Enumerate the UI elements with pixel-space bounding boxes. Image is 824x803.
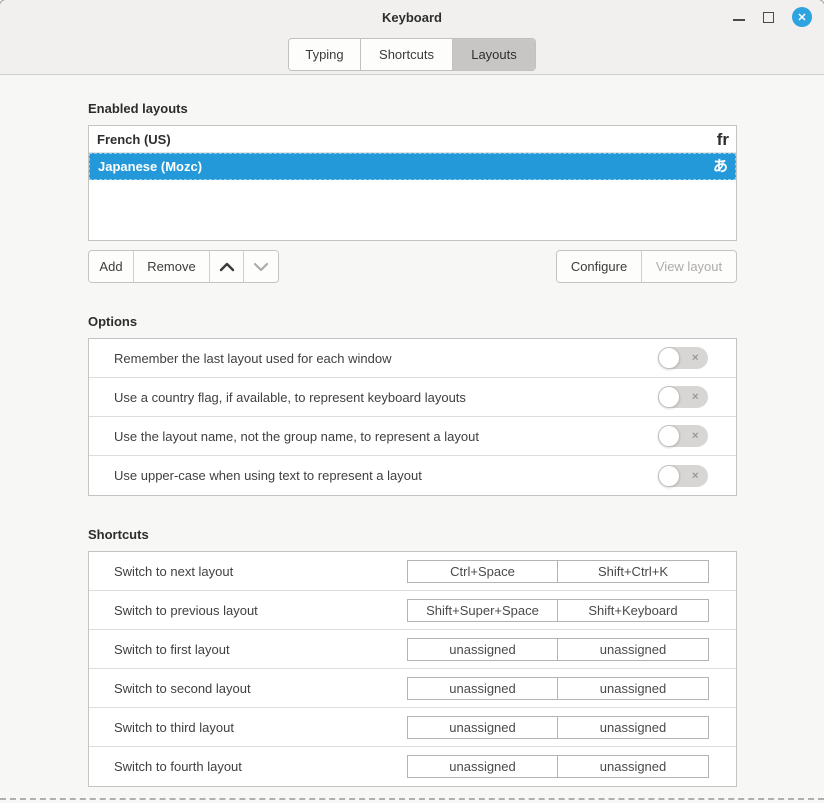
remove-layout-button[interactable]: Remove — [134, 251, 210, 282]
toggle-country-flag[interactable]: ✕ — [658, 386, 708, 408]
toggle-off-icon: ✕ — [691, 393, 699, 402]
keybinding-button-2[interactable]: unassigned — [558, 677, 709, 700]
toggle-off-icon: ✕ — [691, 354, 699, 363]
keybinding-pair: Shift+Super+Space Shift+Keyboard — [407, 599, 709, 622]
layout-name: Japanese (Mozc) — [98, 159, 713, 174]
move-layout-up-button[interactable] — [210, 251, 244, 282]
maximize-icon[interactable] — [763, 12, 774, 23]
keybinding-pair: Ctrl+Space Shift+Ctrl+K — [407, 560, 709, 583]
layouts-page: Enabled layouts French (US) fr Japanese … — [0, 75, 824, 787]
shortcut-label: Switch to first layout — [114, 642, 407, 657]
enabled-layouts-heading: Enabled layouts — [88, 101, 737, 116]
chevron-up-icon — [219, 262, 235, 272]
tab-typing[interactable]: Typing — [289, 39, 361, 70]
shortcuts-panel: Switch to next layout Ctrl+Space Shift+C… — [88, 551, 737, 787]
enabled-layouts-list: French (US) fr Japanese (Mozc) あ — [88, 125, 737, 241]
add-layout-button[interactable]: Add — [89, 251, 134, 282]
option-label: Remember the last layout used for each w… — [114, 351, 658, 366]
shortcut-label: Switch to second layout — [114, 681, 407, 696]
shortcut-row-next-layout: Switch to next layout Ctrl+Space Shift+C… — [89, 552, 736, 591]
keybinding-button-1[interactable]: Shift+Super+Space — [407, 599, 558, 622]
shortcut-label: Switch to third layout — [114, 720, 407, 735]
option-row-upper-case: Use upper-case when using text to repres… — [89, 456, 736, 495]
shortcut-row-second-layout: Switch to second layout unassigned unass… — [89, 669, 736, 708]
layout-list-toolbar: Add Remove Configure View layout — [88, 250, 737, 283]
keybinding-button-2[interactable]: Shift+Ctrl+K — [558, 560, 709, 583]
keyboard-settings-window: Keyboard ✕ Typing Shortcuts Layouts Enab… — [0, 0, 824, 803]
options-panel: Remember the last layout used for each w… — [88, 338, 737, 496]
shortcut-label: Switch to previous layout — [114, 603, 407, 618]
configure-button[interactable]: Configure — [557, 251, 642, 282]
option-row-country-flag: Use a country flag, if available, to rep… — [89, 378, 736, 417]
shortcut-row-first-layout: Switch to first layout unassigned unassi… — [89, 630, 736, 669]
chevron-down-icon — [253, 262, 269, 272]
toggle-knob — [658, 386, 680, 408]
shortcut-label: Switch to next layout — [114, 564, 407, 579]
layout-edit-group: Add Remove — [88, 250, 279, 283]
toggle-off-icon: ✕ — [691, 471, 699, 480]
shortcut-row-fourth-layout: Switch to fourth layout unassigned unass… — [89, 747, 736, 786]
keybinding-button-1[interactable]: Ctrl+Space — [407, 560, 558, 583]
keybinding-button-1[interactable]: unassigned — [407, 755, 558, 778]
option-row-remember-layout: Remember the last layout used for each w… — [89, 339, 736, 378]
toggle-off-icon: ✕ — [691, 432, 699, 441]
window-header: Keyboard ✕ Typing Shortcuts Layouts — [0, 0, 824, 75]
close-icon[interactable]: ✕ — [792, 7, 812, 27]
view-layout-button[interactable]: View layout — [642, 251, 736, 282]
keybinding-pair: unassigned unassigned — [407, 638, 709, 661]
window-bottom-edge — [0, 798, 824, 800]
layout-indicator-ja: あ — [713, 159, 728, 174]
layout-name: French (US) — [97, 132, 717, 147]
option-label: Use the layout name, not the group name,… — [114, 429, 658, 444]
keybinding-pair: unassigned unassigned — [407, 716, 709, 739]
options-heading: Options — [88, 314, 737, 329]
option-label: Use a country flag, if available, to rep… — [114, 390, 658, 405]
shortcut-row-third-layout: Switch to third layout unassigned unassi… — [89, 708, 736, 747]
keybinding-button-2[interactable]: Shift+Keyboard — [558, 599, 709, 622]
window-controls: ✕ — [733, 0, 812, 34]
layout-action-group: Configure View layout — [556, 250, 737, 283]
layout-indicator-fr: fr — [717, 131, 729, 148]
keybinding-pair: unassigned unassigned — [407, 755, 709, 778]
toggle-knob — [658, 347, 680, 369]
toggle-upper-case[interactable]: ✕ — [658, 465, 708, 487]
window-title: Keyboard — [382, 10, 442, 25]
tab-layouts[interactable]: Layouts — [453, 39, 535, 70]
tab-bar: Typing Shortcuts Layouts — [288, 38, 536, 71]
minimize-icon[interactable] — [733, 11, 745, 23]
shortcut-label: Switch to fourth layout — [114, 759, 407, 774]
titlebar: Keyboard ✕ — [0, 0, 824, 34]
keybinding-button-2[interactable]: unassigned — [558, 755, 709, 778]
keybinding-pair: unassigned unassigned — [407, 677, 709, 700]
layout-row-japanese[interactable]: Japanese (Mozc) あ — [89, 153, 736, 180]
keybinding-button-1[interactable]: unassigned — [407, 716, 558, 739]
keybinding-button-2[interactable]: unassigned — [558, 638, 709, 661]
keybinding-button-1[interactable]: unassigned — [407, 638, 558, 661]
keybinding-button-1[interactable]: unassigned — [407, 677, 558, 700]
toggle-knob — [658, 425, 680, 447]
move-layout-down-button[interactable] — [244, 251, 278, 282]
shortcut-row-previous-layout: Switch to previous layout Shift+Super+Sp… — [89, 591, 736, 630]
tab-shortcuts[interactable]: Shortcuts — [361, 39, 453, 70]
option-label: Use upper-case when using text to repres… — [114, 468, 658, 483]
keybinding-button-2[interactable]: unassigned — [558, 716, 709, 739]
option-row-layout-name: Use the layout name, not the group name,… — [89, 417, 736, 456]
shortcuts-heading: Shortcuts — [88, 527, 737, 542]
toggle-knob — [658, 465, 680, 487]
toggle-remember-layout[interactable]: ✕ — [658, 347, 708, 369]
layout-row-french[interactable]: French (US) fr — [89, 126, 736, 153]
toggle-layout-name[interactable]: ✕ — [658, 425, 708, 447]
